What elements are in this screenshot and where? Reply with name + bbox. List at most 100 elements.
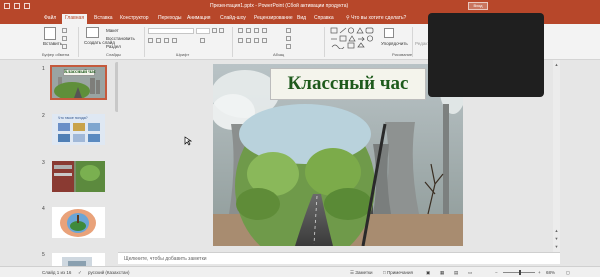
slide-thumbnail-4[interactable] [52, 207, 105, 238]
bullets-icon[interactable] [238, 28, 243, 33]
align-center-icon[interactable] [246, 38, 251, 43]
tab-review[interactable]: Рецензирование [254, 15, 293, 21]
slide-counter: Слайд 1 из 16 [42, 270, 72, 275]
notes-toggle[interactable]: ☰ Заметки [350, 270, 373, 276]
normal-view-icon[interactable]: ▣ [426, 270, 430, 276]
tell-me-search[interactable]: ⚲ Что вы хотите сделать? [346, 15, 406, 21]
slide-title[interactable]: Классный час [270, 68, 426, 100]
slideshow-icon[interactable]: ▭ [468, 270, 472, 276]
quick-access-toolbar [4, 3, 30, 9]
numbering-icon[interactable] [246, 28, 251, 33]
zoom-level[interactable]: 68% [546, 270, 555, 275]
reset-button[interactable]: Восстановить [106, 36, 135, 41]
slides-group-label: Слайды [106, 52, 121, 57]
undo-icon[interactable] [14, 3, 20, 9]
slide-thumbnail-1[interactable]: Классный час [50, 65, 107, 100]
slide-vertical-scrollbar[interactable]: ▲ ▲ ▼ ▼ [553, 60, 560, 252]
video-call-tile[interactable] [428, 13, 544, 97]
format-painter-icon[interactable] [62, 44, 67, 49]
strikethrough-icon[interactable] [172, 38, 177, 43]
copy-icon[interactable] [62, 36, 67, 41]
mouse-cursor-icon [184, 136, 192, 146]
ribbon-separator [412, 27, 413, 57]
tab-animations[interactable]: Анимация [187, 15, 210, 21]
new-slide-icon[interactable] [86, 27, 99, 38]
increase-indent-icon[interactable] [262, 28, 267, 33]
zoom-slider-knob[interactable] [519, 270, 521, 275]
thumbnail-number: 4 [42, 206, 45, 212]
tab-help[interactable]: Справка [314, 15, 334, 21]
font-color-icon[interactable] [200, 38, 205, 43]
font-group-label: Шрифт [176, 52, 190, 57]
tab-insert[interactable]: Вставка [94, 15, 113, 21]
save-icon[interactable] [4, 3, 10, 9]
align-text-icon[interactable] [286, 36, 291, 41]
font-size-select[interactable] [196, 28, 210, 34]
decrease-font-icon[interactable] [219, 28, 224, 33]
clipboard-group-label: Буфер обмена [42, 52, 70, 57]
paste-icon[interactable] [44, 27, 56, 40]
thumbnail-image [52, 161, 105, 192]
bold-icon[interactable] [148, 38, 153, 43]
thumbnail-number: 1 [42, 66, 45, 72]
status-bar: Слайд 1 из 16 ✓ русский (Казахстан) ☰ За… [0, 266, 600, 277]
slide-sorter-icon[interactable]: ▦ [440, 270, 444, 276]
comments-toggle[interactable]: □ Примечания [383, 270, 413, 275]
justify-icon[interactable] [262, 38, 267, 43]
tab-transitions[interactable]: Переходы [158, 15, 181, 21]
align-left-icon[interactable] [238, 38, 243, 43]
slide-thumbnail-3[interactable] [52, 161, 105, 192]
powerpoint-window: Презентация1.pptx - PowerPoint (Сбой акт… [0, 0, 600, 277]
title-bar: Презентация1.pptx - PowerPoint (Сбой акт… [0, 0, 600, 13]
paste-button[interactable]: Вставить [43, 41, 62, 46]
align-right-icon[interactable] [254, 38, 259, 43]
zoom-in-icon[interactable]: + [538, 270, 541, 275]
sign-in-button[interactable]: Вход [468, 2, 488, 10]
tab-design[interactable]: Конструктор [120, 15, 149, 21]
zoom-out-icon[interactable]: − [495, 270, 498, 275]
italic-icon[interactable] [156, 38, 161, 43]
redo-icon[interactable] [24, 3, 30, 9]
language-indicator[interactable]: русский (Казахстан) [88, 270, 129, 275]
scroll-up-icon[interactable]: ▲ [554, 62, 559, 67]
thumbnail-caption: Классный час [63, 69, 96, 76]
tab-home[interactable]: Главная [62, 14, 88, 24]
slide-thumbnail-pane: 1 Классный час 2 Что такое погода? 3 4 5 [40, 60, 118, 269]
shapes-gallery[interactable] [330, 27, 378, 49]
tell-me-label: Что вы хотите сделать? [351, 15, 407, 21]
scroll-down-icon[interactable]: ▼ [554, 244, 559, 249]
scroll-up-page-icon[interactable]: ▲ [554, 228, 559, 233]
comments-label: Примечания [386, 270, 413, 275]
underline-icon[interactable] [164, 38, 169, 43]
notes-pane[interactable]: Щелкните, чтобы добавить заметки [118, 252, 560, 264]
section-button[interactable]: Раздел [106, 44, 121, 49]
thumbnail-number: 3 [42, 160, 45, 166]
arrange-button[interactable]: Упорядочить [381, 41, 408, 46]
thumbnail-image [60, 209, 96, 237]
thumbnail-number: 2 [42, 113, 45, 119]
thumbnail-image [58, 123, 100, 142]
ribbon-separator [232, 27, 233, 57]
cut-icon[interactable] [62, 28, 67, 33]
fit-slide-icon[interactable]: ◻ [566, 270, 570, 276]
font-name-select[interactable] [148, 28, 194, 34]
window-title: Презентация1.pptx - PowerPoint (Сбой акт… [210, 3, 349, 9]
reading-view-icon[interactable]: ▤ [454, 270, 458, 276]
arrange-icon[interactable] [384, 28, 394, 38]
spellcheck-icon[interactable]: ✓ [78, 270, 82, 276]
tab-view[interactable]: Вид [297, 15, 306, 21]
left-gutter [0, 60, 40, 266]
paragraph-group-label: Абзац [273, 52, 285, 57]
slide-thumbnail-2[interactable]: Что такое погода? [52, 114, 105, 145]
thumbnail-number: 5 [42, 252, 45, 258]
ribbon-separator [324, 27, 325, 57]
tab-file[interactable]: Файл [44, 15, 56, 21]
tab-slideshow[interactable]: Слайд-шоу [220, 15, 246, 21]
smartart-icon[interactable] [286, 44, 291, 49]
scroll-down-page-icon[interactable]: ▼ [554, 236, 559, 241]
decrease-indent-icon[interactable] [254, 28, 259, 33]
ribbon-separator [78, 27, 79, 57]
layout-button[interactable]: Макет [106, 28, 119, 33]
increase-font-icon[interactable] [212, 28, 217, 33]
text-direction-icon[interactable] [286, 28, 291, 33]
